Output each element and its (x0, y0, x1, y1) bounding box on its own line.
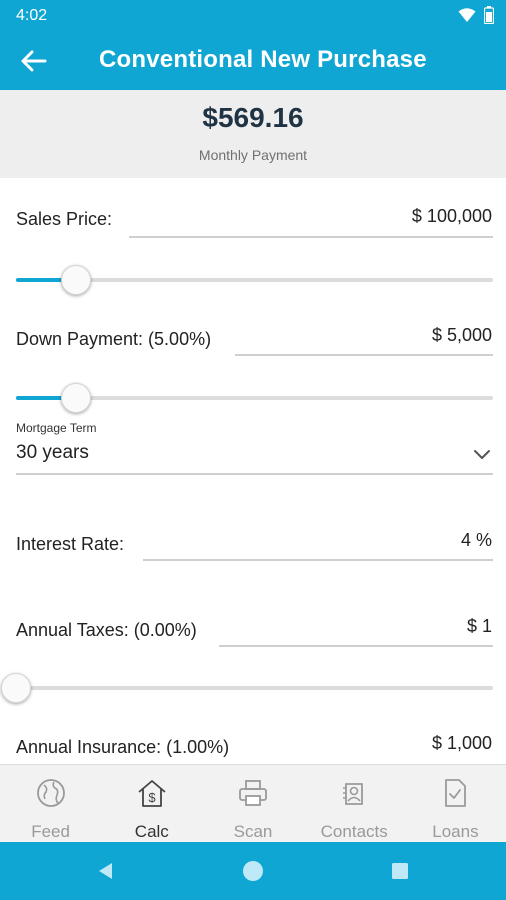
annual-taxes-slider[interactable] (1, 673, 493, 703)
nav-contacts-label: Contacts (320, 822, 388, 841)
house-dollar-icon: $ (136, 777, 168, 809)
annual-insurance-label: Annual Insurance: (1.00%) (16, 737, 230, 757)
down-payment-underline (235, 354, 493, 356)
down-payment-input[interactable]: $ 5,000 (432, 325, 492, 346)
triangle-back-icon (99, 863, 112, 879)
payment-summary: $569.16 Monthly Payment (0, 90, 506, 178)
annual-taxes-underline (219, 645, 493, 647)
system-back-button[interactable] (93, 858, 119, 884)
nav-calc[interactable]: $ Calc (101, 765, 202, 842)
wifi-icon (458, 8, 476, 22)
battery-icon (484, 6, 494, 24)
system-recents-button[interactable] (387, 858, 413, 884)
interest-rate-underline (143, 559, 493, 561)
mortgage-term-underline (16, 473, 493, 475)
monthly-payment-label: Monthly Payment (198, 147, 308, 163)
sales-price-input[interactable]: $ 100,000 (412, 206, 492, 227)
interest-rate-input[interactable]: 4 % (461, 530, 492, 551)
arrow-left-icon (21, 50, 47, 72)
circle-home-icon (243, 861, 263, 881)
annual-taxes-label: Annual Taxes: (0.00%) (16, 620, 197, 640)
nav-scan-label: Scan (233, 822, 273, 841)
system-home-button[interactable] (240, 858, 266, 884)
down-payment-slider[interactable] (16, 383, 493, 413)
bottom-nav: Feed $ Calc Scan Contacts Loans (0, 764, 506, 842)
nav-loans[interactable]: Loans (405, 765, 506, 842)
printer-icon (237, 777, 269, 809)
chevron-down-icon[interactable] (472, 444, 492, 464)
monthly-payment-value: $569.16 (202, 102, 304, 133)
globe-icon (35, 777, 67, 809)
nav-contacts[interactable]: Contacts (304, 765, 405, 842)
sales-price-slider[interactable] (16, 265, 493, 295)
square-recents-icon (392, 863, 408, 879)
sales-price-underline (129, 236, 493, 238)
status-time: 4:02 (16, 7, 48, 24)
slider-track (1, 686, 493, 690)
slider-thumb[interactable] (60, 383, 91, 413)
mortgage-term-caption: Mortgage Term (16, 421, 97, 435)
mortgage-term-select[interactable]: 30 years (16, 442, 89, 464)
status-icons (458, 6, 494, 24)
document-check-icon (439, 777, 471, 809)
sales-price-label: Sales Price: (16, 209, 113, 229)
nav-scan[interactable]: Scan (202, 765, 303, 842)
nav-loans-label: Loans (432, 822, 479, 841)
down-payment-label: Down Payment: (5.00%) (16, 329, 212, 349)
status-bar: 4:02 (0, 0, 506, 32)
page-title: Conventional New Purchase (99, 46, 427, 73)
nav-calc-label: Calc (134, 822, 169, 841)
back-button[interactable] (18, 46, 50, 76)
svg-text:$: $ (148, 790, 156, 805)
nav-feed-label: Feed (31, 822, 70, 841)
slider-thumb[interactable] (1, 673, 31, 703)
interest-rate-label: Interest Rate: (16, 534, 125, 554)
system-nav-bar (0, 842, 506, 900)
annual-insurance-input[interactable]: $ 1,000 (432, 733, 492, 754)
annual-taxes-input[interactable]: $ 1 (467, 616, 492, 637)
nav-feed[interactable]: Feed (0, 765, 101, 842)
app-bar: Conventional New Purchase (0, 32, 506, 90)
contacts-icon (338, 777, 370, 809)
slider-thumb[interactable] (60, 265, 91, 295)
